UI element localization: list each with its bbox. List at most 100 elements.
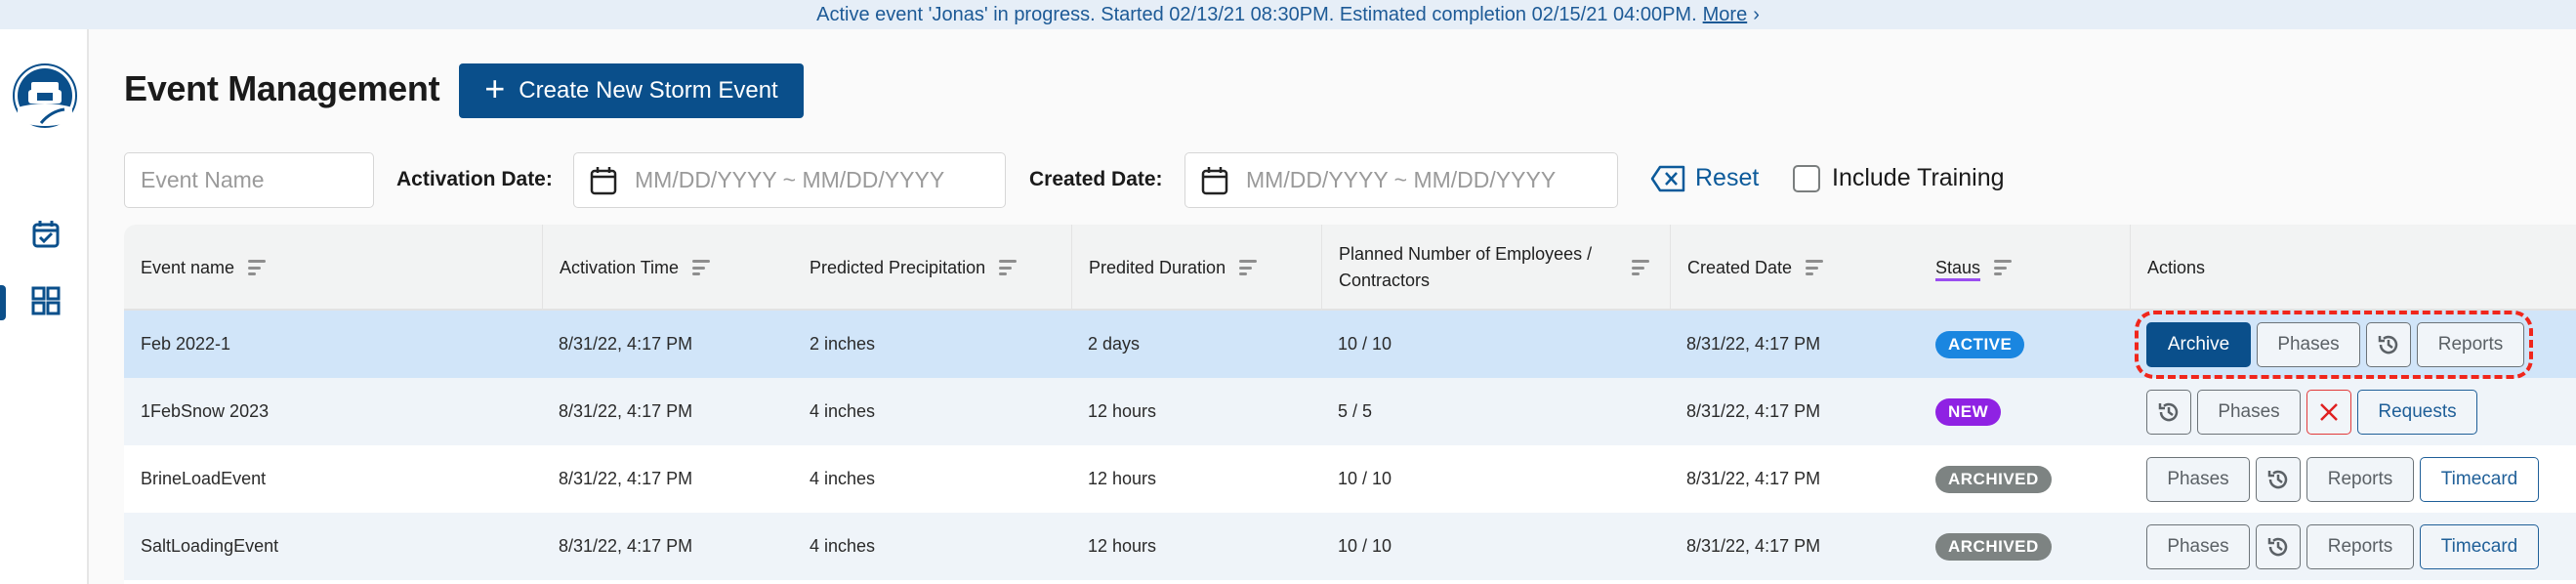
- table-row[interactable]: 1FebSnow 2023 8/31/22, 4:17 PM 4 inches …: [124, 378, 2576, 445]
- phases-button[interactable]: Phases: [2146, 523, 2250, 569]
- history-button[interactable]: [2366, 321, 2411, 367]
- timecard-button[interactable]: Timecard: [2420, 456, 2539, 502]
- active-event-banner: Active event 'Jonas' in progress. Starte…: [0, 0, 2576, 29]
- phases-button[interactable]: Phases: [2197, 389, 2301, 435]
- reports-button[interactable]: Reports: [2306, 523, 2414, 569]
- cell-event-name: BrineLoadEvent: [141, 469, 267, 488]
- column-header-planned-employees[interactable]: Planned Number of Employees / Contractor…: [1321, 225, 1670, 311]
- created-date-placeholder: MM/DD/YYYY ~ MM/DD/YYYY: [1246, 167, 1557, 192]
- cell-activation-time: 8/31/22, 4:17 PM: [559, 334, 693, 354]
- event-name-placeholder: Event Name: [141, 167, 265, 192]
- column-label: Created Date: [1687, 257, 1793, 277]
- close-icon: [2320, 402, 2338, 421]
- column-label: Event name: [141, 257, 235, 277]
- cell-activation-time: 8/31/22, 4:17 PM: [559, 536, 693, 556]
- cell-event-name: Feb 2022-1: [141, 334, 231, 354]
- history-icon: [2378, 335, 2398, 354]
- cell-created-date: 8/31/22, 4:17 PM: [1686, 469, 1821, 488]
- column-label: Actions: [2147, 257, 2206, 277]
- table-row[interactable]: SaltLoadingEvent 8/31/22, 4:17 PM 4 inch…: [124, 513, 2576, 580]
- calendar-check-icon[interactable]: [30, 219, 62, 250]
- cell-duration: 12 hours: [1088, 469, 1157, 488]
- reports-button[interactable]: Reports: [2417, 321, 2524, 367]
- cell-activation-time: 8/31/22, 4:17 PM: [559, 401, 693, 421]
- active-nav-indicator: [0, 285, 6, 320]
- cell-employees: 5 / 5: [1338, 401, 1373, 421]
- column-label: Activation Time: [560, 257, 680, 277]
- sidebar: [0, 29, 89, 584]
- cell-precipitation: 4 inches: [810, 536, 876, 556]
- table-row[interactable]: Feb 2022-1 8/31/22, 4:17 PM 2 inches 2 d…: [124, 311, 2576, 378]
- activation-date-placeholder: MM/DD/YYYY ~ MM/DD/YYYY: [635, 167, 945, 192]
- create-button-label: Create New Storm Event: [519, 77, 778, 104]
- banner-more-link[interactable]: More: [1703, 4, 1748, 26]
- row-actions: Phases Reports Timecard: [2146, 445, 2539, 513]
- table-row[interactable]: BrineLoadEvent 8/31/22, 4:17 PM 4 inches…: [124, 445, 2576, 513]
- column-header-event-name[interactable]: Event name: [124, 225, 542, 311]
- grid-icon[interactable]: [30, 285, 62, 316]
- column-header-predicted-precipitation[interactable]: Predicted Precipitation: [793, 225, 1059, 311]
- status-badge: ACTIVE: [1935, 330, 2025, 358]
- cell-duration: 12 hours: [1088, 536, 1157, 556]
- page-title: Event Management: [124, 68, 440, 108]
- cell-created-date: 8/31/22, 4:17 PM: [1686, 536, 1821, 556]
- cell-duration: 2 days: [1088, 334, 1141, 354]
- cell-precipitation: 4 inches: [810, 469, 876, 488]
- cell-activation-time: 8/31/22, 4:17 PM: [559, 469, 693, 488]
- cell-precipitation: 2 inches: [810, 334, 876, 354]
- column-label: Staus: [1935, 257, 1981, 277]
- sort-icon[interactable]: [999, 260, 1018, 275]
- chevron-right-icon: ›: [1753, 3, 1760, 25]
- delete-button[interactable]: [2306, 389, 2351, 435]
- calendar-icon: [590, 166, 617, 194]
- reset-label: Reset: [1695, 164, 1760, 191]
- sort-icon[interactable]: [692, 260, 711, 275]
- timecard-button[interactable]: Timecard: [2420, 523, 2539, 569]
- created-date-input[interactable]: MM/DD/YYYY ~ MM/DD/YYYY: [1184, 152, 1618, 208]
- cell-created-date: 8/31/22, 4:17 PM: [1686, 334, 1821, 354]
- cell-precipitation: 4 inches: [810, 401, 876, 421]
- history-icon: [2267, 537, 2288, 556]
- history-button[interactable]: [2146, 389, 2191, 435]
- column-header-created-date[interactable]: Created Date: [1670, 225, 1919, 311]
- archive-button[interactable]: Archive: [2146, 321, 2251, 367]
- sort-icon[interactable]: [1806, 260, 1824, 275]
- reset-button[interactable]: Reset: [1650, 164, 1759, 192]
- include-training-label: Include Training: [1832, 164, 2005, 191]
- truck-road-logo[interactable]: [12, 63, 78, 129]
- column-header-activation-time[interactable]: Activation Time: [542, 225, 793, 311]
- history-button[interactable]: [2256, 456, 2301, 502]
- status-badge: ARCHIVED: [1935, 465, 2052, 493]
- history-button[interactable]: [2256, 523, 2301, 569]
- sort-icon[interactable]: [1632, 260, 1649, 275]
- column-header-predicted-duration[interactable]: Predited Duration: [1071, 225, 1321, 311]
- cell-created-date: 8/31/22, 4:17 PM: [1686, 401, 1821, 421]
- backspace-clear-icon: [1650, 165, 1685, 191]
- create-storm-event-button[interactable]: + Create New Storm Event: [459, 63, 804, 118]
- phases-button[interactable]: Phases: [2146, 456, 2250, 502]
- column-header-status[interactable]: Staus: [1919, 225, 2130, 311]
- include-training-checkbox[interactable]: [1793, 164, 1820, 192]
- event-name-input[interactable]: Event Name: [124, 152, 374, 208]
- sort-icon[interactable]: [1994, 260, 2013, 275]
- requests-button[interactable]: Requests: [2357, 389, 2477, 435]
- row-actions: Archive Phases Reports: [2146, 311, 2524, 378]
- activation-date-input[interactable]: MM/DD/YYYY ~ MM/DD/YYYY: [573, 152, 1006, 208]
- status-badge: NEW: [1935, 397, 2002, 426]
- cell-employees: 10 / 10: [1338, 469, 1392, 488]
- cell-employees: 10 / 10: [1338, 536, 1392, 556]
- include-training-toggle[interactable]: Include Training: [1793, 164, 2005, 192]
- table-header: Event name Activation Time Predicted Pre…: [124, 225, 2576, 311]
- sort-icon[interactable]: [1239, 260, 1258, 275]
- reports-button[interactable]: Reports: [2306, 456, 2414, 502]
- cell-duration: 12 hours: [1088, 401, 1157, 421]
- history-icon: [2158, 402, 2179, 421]
- status-badge: ARCHIVED: [1935, 532, 2052, 561]
- phases-button[interactable]: Phases: [2257, 321, 2360, 367]
- plus-icon: +: [484, 68, 506, 108]
- sort-icon[interactable]: [248, 260, 267, 275]
- column-label: Predicted Precipitation: [810, 257, 986, 277]
- column-label: Predited Duration: [1089, 257, 1226, 277]
- activation-date-label: Activation Date:: [396, 168, 553, 190]
- row-actions: Phases Reports Timecard: [2146, 513, 2539, 580]
